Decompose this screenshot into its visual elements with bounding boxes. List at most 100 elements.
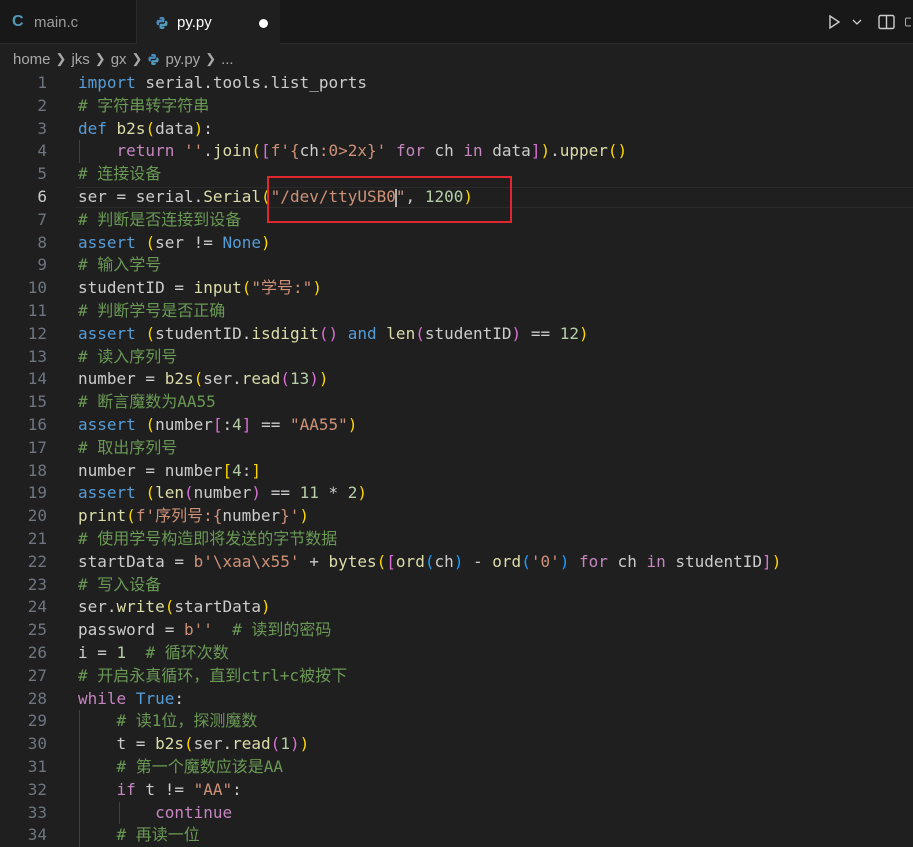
- code-line[interactable]: 15 # 断言魔数为AA55: [0, 391, 913, 414]
- code-token: b2s: [155, 734, 184, 754]
- code-token: # 输入学号: [78, 255, 162, 275]
- code-line[interactable]: 17 # 取出序列号: [0, 437, 913, 460]
- line-number[interactable]: 31: [0, 756, 47, 779]
- line-number[interactable]: 33: [0, 802, 47, 825]
- breadcrumb-jks[interactable]: jks: [71, 51, 89, 68]
- line-number[interactable]: 11: [0, 300, 47, 323]
- split-editor-icon[interactable]: [878, 14, 895, 30]
- code-token: +: [299, 551, 329, 571]
- code-line[interactable]: 25 password = b'' # 读到的密码: [0, 619, 913, 642]
- line-number[interactable]: 20: [0, 505, 47, 528]
- code-token: }': [280, 506, 300, 526]
- run-icon[interactable]: [826, 14, 842, 30]
- line-number[interactable]: 24: [0, 596, 47, 619]
- code-line[interactable]: 3 def b2s(data):: [0, 118, 913, 141]
- code-line[interactable]: 30 t = b2s(ser.read(1)): [0, 733, 913, 756]
- unsaved-dot-icon[interactable]: [259, 19, 268, 28]
- code-line[interactable]: 19 assert (len(number) == 11 * 2): [0, 482, 913, 505]
- code-line[interactable]: 9 # 输入学号: [0, 254, 913, 277]
- line-number[interactable]: 13: [0, 346, 47, 369]
- code-token: (: [280, 369, 290, 389]
- code-token: (: [145, 118, 156, 138]
- line-number[interactable]: 34: [0, 824, 47, 847]
- code-line[interactable]: 18 number = number[4:]: [0, 460, 913, 483]
- line-number[interactable]: 30: [0, 733, 47, 756]
- line-number[interactable]: 27: [0, 665, 47, 688]
- code-line[interactable]: 1 import serial.tools.list_ports: [0, 72, 913, 95]
- breadcrumb-symbol[interactable]: ...: [221, 51, 234, 68]
- code-line[interactable]: 33 continue: [0, 802, 913, 825]
- code-token: ): [771, 551, 782, 571]
- code-line[interactable]: 11 # 判断学号是否正确: [0, 300, 913, 323]
- line-number[interactable]: 16: [0, 414, 47, 437]
- line-number[interactable]: 3: [0, 118, 47, 141]
- line-number[interactable]: 18: [0, 460, 47, 483]
- code-line[interactable]: 4 return ''.join([f'{ch:0>2x}' for ch in…: [0, 140, 913, 163]
- tab-py-py[interactable]: py.py: [137, 0, 280, 45]
- code-token: assert: [78, 232, 136, 252]
- code-token: ch: [299, 141, 319, 161]
- line-number[interactable]: 32: [0, 779, 47, 802]
- chevron-down-icon[interactable]: [852, 17, 862, 27]
- code-token: ser = serial.: [78, 187, 204, 206]
- line-number[interactable]: 1: [0, 72, 47, 95]
- code-line[interactable]: 12 assert (studentID.isdigit() and len(st…: [0, 323, 913, 346]
- code-line[interactable]: 24 ser.write(startData): [0, 596, 913, 619]
- line-number[interactable]: 26: [0, 642, 47, 665]
- line-number[interactable]: 5: [0, 163, 47, 186]
- breadcrumb-home[interactable]: home: [13, 51, 51, 68]
- code-line[interactable]: 29 # 读1位，探测魔数: [0, 710, 913, 733]
- line-number[interactable]: 9: [0, 254, 47, 277]
- code-line[interactable]: 27 # 开启永真循环，直到ctrl+c被按下: [0, 665, 913, 688]
- code-line[interactable]: 23 # 写入设备: [0, 574, 913, 597]
- line-number[interactable]: 28: [0, 688, 47, 711]
- code-line[interactable]: 14 number = b2s(ser.read(13)): [0, 368, 913, 391]
- code-line[interactable]: 13 # 读入序列号: [0, 346, 913, 369]
- code-line[interactable]: 32 if t != "AA":: [0, 779, 913, 802]
- line-number[interactable]: 10: [0, 277, 47, 300]
- code-line[interactable]: 21 # 使用学号构造即将发送的字节数据: [0, 528, 913, 551]
- breadcrumb-file[interactable]: py.py: [165, 51, 200, 68]
- code-line[interactable]: 28 while True:: [0, 688, 913, 711]
- code-text: while True:: [78, 688, 184, 711]
- code-text: print(f'序列号:{number}'): [78, 505, 309, 528]
- code-line[interactable]: 22 startData = b'\xaa\x55' + bytes([ord(c…: [0, 551, 913, 574]
- line-number[interactable]: 23: [0, 574, 47, 597]
- code-token: ): [261, 232, 271, 252]
- line-number[interactable]: 6: [0, 186, 47, 209]
- code-token: '0': [530, 551, 560, 571]
- line-number[interactable]: 19: [0, 482, 47, 505]
- code-line[interactable]: 20 print(f'序列号:{number}'): [0, 505, 913, 528]
- line-number[interactable]: 15: [0, 391, 47, 414]
- line-number[interactable]: 2: [0, 95, 47, 118]
- code-line[interactable]: 8 assert (ser != None): [0, 232, 913, 255]
- code-token: Serial: [203, 187, 262, 206]
- line-number[interactable]: 14: [0, 368, 47, 391]
- line-number[interactable]: 21: [0, 528, 47, 551]
- line-number[interactable]: 7: [0, 209, 47, 232]
- line-number[interactable]: 22: [0, 551, 47, 574]
- code-line[interactable]: 31 # 第一个魔数应该是AA: [0, 756, 913, 779]
- line-number[interactable]: 25: [0, 619, 47, 642]
- code-line[interactable]: 16 assert (number[:4] == "AA55"): [0, 414, 913, 437]
- line-number[interactable]: 29: [0, 710, 47, 733]
- c-file-icon: C: [12, 13, 24, 30]
- line-number[interactable]: 4: [0, 140, 47, 163]
- code-line[interactable]: 10 studentID = input("学号:"): [0, 277, 913, 300]
- line-number[interactable]: 8: [0, 232, 47, 255]
- code-token: # 读到的密码: [232, 620, 332, 640]
- code-line[interactable]: 2 # 字符串转字符串: [0, 95, 913, 118]
- more-actions-icon[interactable]: [905, 14, 911, 30]
- code-line[interactable]: 26 i = 1 # 循环次数: [0, 642, 913, 665]
- code-token: serial.tools.list_ports: [135, 73, 367, 92]
- code-text: import serial.tools.list_ports: [78, 72, 367, 95]
- tab-main-c[interactable]: C main.c: [0, 0, 137, 44]
- line-number[interactable]: 12: [0, 323, 47, 346]
- code-line[interactable]: 34 # 再读一位: [0, 824, 913, 847]
- code-token: ==: [261, 483, 300, 503]
- code-token: studentID: [424, 323, 512, 343]
- breadcrumb-gx[interactable]: gx: [111, 51, 127, 68]
- code-token: studentID =: [78, 278, 194, 298]
- line-number[interactable]: 17: [0, 437, 47, 460]
